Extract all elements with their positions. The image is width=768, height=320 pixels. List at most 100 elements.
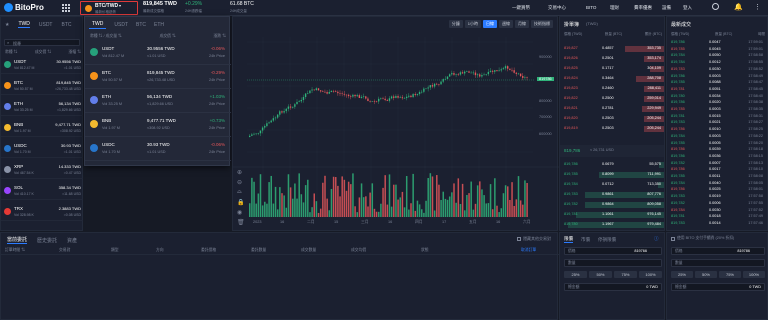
candlestick-chart[interactable] — [233, 17, 559, 232]
candle-body — [446, 76, 449, 79]
sell-amount-label: 數量 — [675, 261, 683, 265]
apps-grid-icon[interactable] — [62, 4, 70, 12]
order-type-limit[interactable]: 限價 — [564, 236, 573, 243]
ob-amount: 1.1061 — [602, 212, 614, 216]
sell-amount-input[interactable]: 數量 — [671, 259, 765, 267]
col-price[interactable]: 成交價 ⇅ — [35, 50, 51, 55]
order-type-stop-limit[interactable]: 停損限價 — [598, 237, 616, 243]
volume-bar — [395, 184, 397, 217]
sell-50-button[interactable]: 50% — [695, 271, 717, 278]
orders-tab-history[interactable]: 歷史委託 — [37, 237, 57, 244]
brand-name[interactable]: BitoPro — [15, 3, 44, 12]
hide-other-pairs[interactable]: 隱藏其他交易對 — [517, 236, 551, 242]
sell-25-button[interactable]: 25% — [671, 271, 693, 278]
dropdown-tab-twd[interactable]: TWD — [89, 21, 107, 29]
market-row[interactable]: XRPVol 467.54 K14.333 TWD≈0.47 USD+3.83% — [1, 162, 83, 179]
market-tab-twd[interactable]: TWD — [18, 21, 30, 28]
orderbook-row[interactable]: 819,821 0.2781 229,949 — [560, 106, 664, 112]
dd-col-coin[interactable]: 幣種 ⇅ / 成交量 ⇅ — [90, 34, 122, 39]
dropdown-tab-eth[interactable]: ETH — [154, 22, 164, 28]
buy-75-button[interactable]: 75% — [614, 271, 637, 278]
buy-price-input[interactable]: 價格 819766 — [564, 247, 662, 255]
menu-icon[interactable]: ⋮ — [754, 3, 761, 11]
market-row[interactable]: SOLVol 410.17 K358.34 TWD≈11.68 USD+0.66… — [1, 183, 83, 200]
info-icon[interactable]: ⓘ — [654, 236, 659, 242]
buy-amount-input[interactable]: 數量 — [564, 259, 662, 267]
market-search[interactable]: ⌕ 搜尋 — [4, 39, 80, 46]
buy-50-button[interactable]: 50% — [589, 271, 612, 278]
orderbook-row[interactable]: 819,825 0.1717 304,109 — [560, 66, 664, 72]
col-coin[interactable]: 幣種 ⇅ — [5, 50, 17, 55]
bell-icon[interactable]: 🔔 — [734, 3, 743, 11]
market-tab-btc[interactable]: BTC — [62, 22, 72, 28]
orderbook-row[interactable]: 819,782 0.9864 809,058 — [560, 202, 664, 208]
orders-tab-assets[interactable]: 資產 — [67, 237, 77, 244]
checkbox[interactable] — [517, 237, 521, 241]
nav-link-fee[interactable]: 費率優惠 — [634, 5, 652, 11]
dropdown-row[interactable]: BTC Vol 50.57 M 819,845 TWD ≈26,733.48 USD -… — [85, 65, 231, 89]
orderbook-row[interactable]: 819,826 0.2501 353,174 — [560, 56, 664, 62]
volume-bar — [408, 209, 410, 217]
ob-amount: 0.8099 — [602, 172, 614, 176]
orders-col-9[interactable]: 取消訂單 — [521, 248, 536, 253]
dropdown-tab-usdt[interactable]: USDT — [114, 22, 128, 28]
market-tab-usdt[interactable]: USDT — [39, 22, 53, 28]
orderbook-row[interactable]: 819,785 0.8099 711,991 — [560, 172, 664, 178]
orderbook-row[interactable]: 819,824 0.3464 288,708 — [560, 76, 664, 82]
orderbook-row[interactable]: 819,784 0.0712 713,350 — [560, 182, 664, 188]
order-type-market[interactable]: 市價 — [581, 237, 590, 243]
nav-link-trading[interactable]: 交易中心 — [548, 5, 566, 11]
orderbook-row[interactable]: 819,827 0.4857 353,735 — [560, 46, 664, 52]
dropdown-row[interactable]: USDT Vol 812.47 M 30.9556 TWD ≈1.01 USD -0.0… — [85, 41, 231, 65]
nav-link-quick-buy[interactable]: 一鍵買幣 — [512, 5, 530, 11]
buy-100-button[interactable]: 100% — [639, 271, 662, 278]
dd-col-price[interactable]: 成交價 ⇅ — [160, 34, 176, 39]
volume-bar — [468, 193, 470, 217]
sell-total-input[interactable]: 總金額 0 TWD — [671, 283, 765, 291]
nav-link-login[interactable]: 登入 — [683, 5, 692, 11]
sell-75-button[interactable]: 75% — [719, 271, 741, 278]
star-icon[interactable]: ★ — [5, 22, 9, 28]
orderbook-row[interactable]: 819,781 1.1061 976,145 — [560, 212, 664, 218]
orderbook-row[interactable]: 819,823 0.2460 288,411 — [560, 86, 664, 92]
market-row[interactable]: BNB Vol 1.97 M 9,477.71 TWD ≈308.92 USD — [1, 120, 83, 137]
candle-body — [330, 90, 333, 93]
orders-tab-open[interactable]: 當前委託 — [7, 236, 28, 244]
ob-price: 819,782 — [564, 202, 578, 206]
nav-link-earn[interactable]: 理財 — [610, 5, 619, 11]
bitopro-logo-icon[interactable] — [4, 3, 13, 12]
buy-25-button[interactable]: 25% — [564, 271, 587, 278]
market-row[interactable]: USDT Vol 812.47 M 30.9556 TWD ≈1.01 USD — [1, 57, 83, 74]
orderbook-row[interactable]: 819,786 0.0679 55,575 — [560, 162, 664, 168]
market-row[interactable]: TRXVol 328.98 K2.3883 TWD≈0.08 USD+0.96% — [1, 204, 83, 221]
col-change[interactable]: 漲幅 ⇅ — [69, 50, 81, 55]
dd-price: 30.9556 TWD — [147, 46, 175, 51]
volume-bar — [287, 174, 290, 217]
bito-fee-option[interactable]: 使用 BITO 支付手續費 (20% 折扣) — [671, 236, 734, 241]
market-row[interactable]: ETH Vol 33.25 M 56,134 TWD ≈1,829.66 USD — [1, 99, 83, 116]
sell-price-input[interactable]: 價格 819786 — [671, 247, 765, 255]
volume-bar — [313, 193, 315, 217]
nav-link-settings[interactable]: 設備 — [662, 5, 671, 11]
orderbook-row[interactable]: 819,819 0.2503 205,244 — [560, 126, 664, 132]
dropdown-row[interactable]: USDC Vol 1.70 M 30.93 TWD ≈1.01 USD -0.06% 24… — [85, 137, 231, 161]
market-row[interactable]: USDC Vol 1.70 M 30.93 TWD ≈1.01 USD — [1, 141, 83, 158]
dropdown-tab-btc[interactable]: BTC — [136, 22, 146, 28]
buy-total-input[interactable]: 總金額 0 TWD — [564, 283, 662, 291]
candle-body — [440, 81, 442, 85]
dropdown-row[interactable]: BNB Vol 1.97 M 9,477.71 TWD ≈308.92 USD +0.7… — [85, 113, 231, 137]
orderbook-row[interactable]: 819,822 0.2500 259,014 — [560, 96, 664, 102]
orderbook-row[interactable]: 819,780 1.1967 979,484 — [560, 222, 664, 228]
orderbook-asks: 819,827 0.4857 353,735 819,826 0.2501 353,174… — [560, 46, 664, 136]
sell-100-button[interactable]: 100% — [743, 271, 765, 278]
nav-link-bito[interactable]: BITO — [586, 5, 596, 10]
market-row[interactable]: BTC Vol 50.57 M 819,845 TWD ≈26,733.48 USD — [1, 78, 83, 95]
ob-amount: 0.2460 — [602, 86, 614, 90]
user-icon[interactable] — [712, 3, 719, 10]
bito-fee-checkbox[interactable] — [671, 236, 675, 241]
dropdown-row[interactable]: ETH Vol 33.25 M 56,134 TWD ≈1,829.66 USD +1.… — [85, 89, 231, 113]
orderbook-row[interactable]: 819,783 0.9861 807,776 — [560, 192, 664, 198]
orderbook-row[interactable]: 819,820 0.2503 205,244 — [560, 116, 664, 122]
pair-selector[interactable]: BTC/TWD ▾ 最新价格趋势 — [80, 1, 138, 15]
dd-col-change[interactable]: 漲跌 ⇅ — [214, 34, 226, 39]
